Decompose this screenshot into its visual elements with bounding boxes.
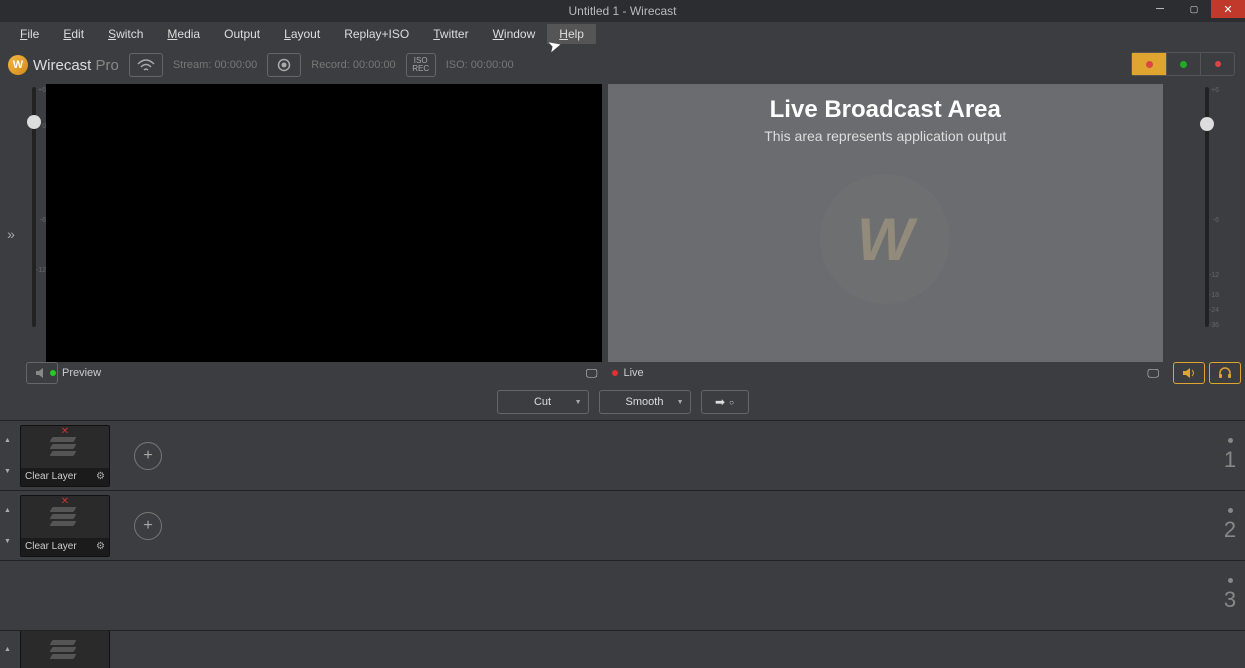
record-label: Record: 00:00:00 bbox=[311, 59, 395, 71]
shot-thumbnail[interactable]: ✕ bbox=[20, 630, 110, 668]
gear-icon[interactable]: ⚙ bbox=[96, 471, 105, 482]
live-dot-icon bbox=[612, 370, 618, 376]
preview-display-icon[interactable]: 🖵 bbox=[586, 366, 598, 381]
menu-file[interactable]: File bbox=[8, 24, 51, 44]
app-logo: W Wirecast Pro bbox=[8, 55, 119, 75]
clear-x-icon: ✕ bbox=[61, 496, 69, 507]
arrow-right-icon: ➡ bbox=[715, 395, 725, 409]
layer-stack-icon bbox=[51, 640, 79, 660]
stream-label: Stream: 00:00:00 bbox=[173, 59, 257, 71]
layer-stack-icon bbox=[51, 507, 79, 527]
main-area: » +6 0 -6 -12 Preview 🖵 Live Broadcast A… bbox=[0, 84, 1245, 384]
status-lights bbox=[1131, 52, 1235, 76]
layer-number[interactable]: 2 bbox=[1215, 491, 1245, 560]
app-name: Wirecast Pro bbox=[33, 57, 119, 74]
iso-record-button[interactable]: ISOREC bbox=[406, 53, 436, 77]
layer-up-arrow[interactable]: ▲ bbox=[4, 646, 20, 653]
chevron-down-icon: ▼ bbox=[677, 399, 684, 406]
menu-output[interactable]: Output bbox=[212, 24, 272, 44]
watermark-logo-icon bbox=[820, 174, 950, 304]
window-controls bbox=[1143, 0, 1245, 18]
live-meter-knob[interactable] bbox=[1200, 117, 1214, 131]
live-headphone-button[interactable] bbox=[1209, 362, 1241, 384]
collapse-handle[interactable]: » bbox=[0, 84, 22, 384]
live-panel: Live Broadcast Area This area represents… bbox=[608, 84, 1170, 384]
menu-switch[interactable]: Switch bbox=[96, 24, 155, 44]
layer-4: ▲ ✕ bbox=[0, 630, 1245, 668]
iso-label: ISO: 00:00:00 bbox=[446, 59, 514, 71]
layer-1: ▲ ▼ ✕ Clear Layer ⚙ + 1 bbox=[0, 420, 1245, 490]
titlebar: Untitled 1 - Wirecast bbox=[0, 0, 1245, 22]
preview-audio-meter: +6 0 -6 -12 bbox=[22, 84, 46, 384]
record-button[interactable] bbox=[267, 53, 301, 77]
wifi-stream-button[interactable] bbox=[129, 53, 163, 77]
meter-track[interactable]: +6 0 -6 -12 bbox=[32, 87, 36, 327]
layer-2: ▲ ▼ ✕ Clear Layer ⚙ + 2 bbox=[0, 490, 1245, 560]
layer-number[interactable]: 3 bbox=[1215, 561, 1245, 630]
layer-up-arrow[interactable]: ▲ bbox=[4, 437, 20, 444]
layer-arrows: ▲ ▼ bbox=[4, 437, 20, 475]
layers-panel: ▲ ▼ ✕ Clear Layer ⚙ + 1 ▲▼ ✕ Clear L bbox=[0, 420, 1245, 668]
layer-down-arrow[interactable]: ▼ bbox=[4, 538, 20, 545]
status-light-1[interactable] bbox=[1132, 53, 1166, 75]
live-label: Live bbox=[612, 367, 644, 379]
live-audio-meter: +6 -6 -12 -18 -24 -36 bbox=[1169, 84, 1245, 384]
headphone-icon bbox=[1218, 367, 1232, 379]
speaker-icon bbox=[35, 367, 49, 379]
live-subtitle: This area represents application output bbox=[764, 128, 1006, 144]
gear-icon[interactable]: ⚙ bbox=[96, 541, 105, 552]
menu-layout[interactable]: Layout bbox=[272, 24, 332, 44]
close-button[interactable] bbox=[1211, 0, 1245, 18]
menubar: File Edit Switch Media Output Layout Rep… bbox=[0, 22, 1245, 46]
shot-thumbnail[interactable]: ✕ Clear Layer ⚙ bbox=[20, 495, 110, 557]
layer-3: 3 bbox=[0, 560, 1245, 630]
live-canvas[interactable]: Live Broadcast Area This area represents… bbox=[608, 84, 1164, 362]
maximize-button[interactable] bbox=[1177, 0, 1211, 18]
live-display-icon[interactable]: 🖵 bbox=[1147, 366, 1159, 381]
layer-up-arrow[interactable]: ▲ bbox=[4, 507, 20, 514]
menu-twitter[interactable]: Twitter bbox=[421, 24, 480, 44]
layer-stack-icon bbox=[51, 437, 79, 457]
go-button[interactable]: ➡ ○ bbox=[701, 390, 749, 414]
minimize-button[interactable] bbox=[1143, 0, 1177, 18]
shot-label: Clear Layer bbox=[25, 541, 77, 552]
preview-panel: Preview 🖵 bbox=[46, 84, 608, 384]
cut-transition-button[interactable]: Cut ▼ bbox=[497, 390, 589, 414]
preview-speaker-button[interactable] bbox=[26, 362, 58, 384]
toolbar: W Wirecast Pro Stream: 00:00:00 Record: … bbox=[0, 46, 1245, 84]
live-meter-track[interactable]: +6 -6 -12 -18 -24 -36 bbox=[1205, 87, 1209, 327]
shot-label: Clear Layer bbox=[25, 471, 77, 482]
clear-x-icon: ✕ bbox=[61, 630, 69, 631]
logo-icon: W bbox=[8, 55, 28, 75]
clear-x-icon: ✕ bbox=[61, 426, 69, 437]
layer-number[interactable]: 1 bbox=[1215, 421, 1245, 490]
speaker-icon bbox=[1182, 367, 1196, 379]
meter-knob[interactable] bbox=[27, 115, 41, 129]
layer-down-arrow[interactable]: ▼ bbox=[4, 468, 20, 475]
shot-thumbnail[interactable]: ✕ Clear Layer ⚙ bbox=[20, 425, 110, 487]
add-shot-button[interactable]: + bbox=[134, 512, 162, 540]
preview-canvas[interactable] bbox=[46, 84, 602, 362]
status-light-3[interactable] bbox=[1200, 53, 1234, 75]
menu-media[interactable]: Media bbox=[155, 24, 212, 44]
menu-window[interactable]: Window bbox=[481, 24, 548, 44]
smooth-transition-button[interactable]: Smooth ▼ bbox=[599, 390, 691, 414]
transition-controls: Cut ▼ Smooth ▼ ➡ ○ bbox=[0, 384, 1245, 420]
add-shot-button[interactable]: + bbox=[134, 442, 162, 470]
live-speaker-button[interactable] bbox=[1173, 362, 1205, 384]
chevron-down-icon: ▼ bbox=[575, 399, 582, 406]
status-light-2[interactable] bbox=[1166, 53, 1200, 75]
menu-replay-iso[interactable]: Replay+ISO bbox=[332, 24, 421, 44]
window-title: Untitled 1 - Wirecast bbox=[568, 4, 676, 18]
live-title: Live Broadcast Area bbox=[770, 96, 1001, 124]
menu-edit[interactable]: Edit bbox=[51, 24, 96, 44]
